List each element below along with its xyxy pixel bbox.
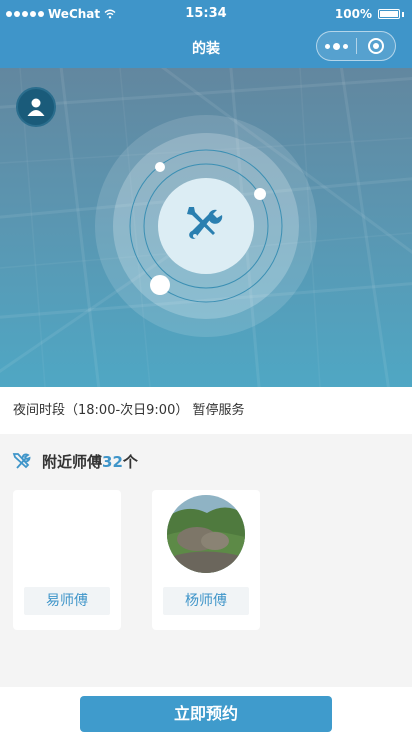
tools-icon	[12, 452, 31, 469]
battery-tip	[402, 11, 404, 17]
more-dots-icon[interactable]	[317, 42, 356, 50]
nearby-masters-header: 附近师傅32个	[12, 451, 138, 472]
user-avatar-icon[interactable]	[16, 87, 56, 127]
bottom-bar: 立即预约	[0, 687, 412, 738]
battery-label: 100%	[334, 7, 372, 21]
radar-search	[95, 115, 317, 337]
nearby-count: 32	[102, 453, 123, 471]
master-name: 杨师傅	[163, 587, 249, 615]
status-right: 100%	[335, 7, 404, 21]
master-name: 易师傅	[24, 587, 110, 615]
mini-program-capsule	[316, 31, 396, 61]
master-card[interactable]: 易师傅	[13, 490, 121, 630]
nearby-title: 附近师傅32个	[42, 453, 138, 471]
service-hours-notice: 夜间时段（18:00-次日9:00） 暂停服务	[0, 387, 412, 434]
battery-icon	[378, 9, 400, 19]
master-photo	[167, 495, 245, 573]
nav-bar: 的装	[0, 28, 412, 68]
book-now-button[interactable]: 立即预约	[80, 696, 332, 732]
close-target-icon[interactable]	[356, 38, 395, 54]
map-area[interactable]	[0, 68, 412, 387]
status-bar: WeChat 15:34 100%	[0, 0, 412, 28]
master-card[interactable]: 杨师傅	[152, 490, 260, 630]
